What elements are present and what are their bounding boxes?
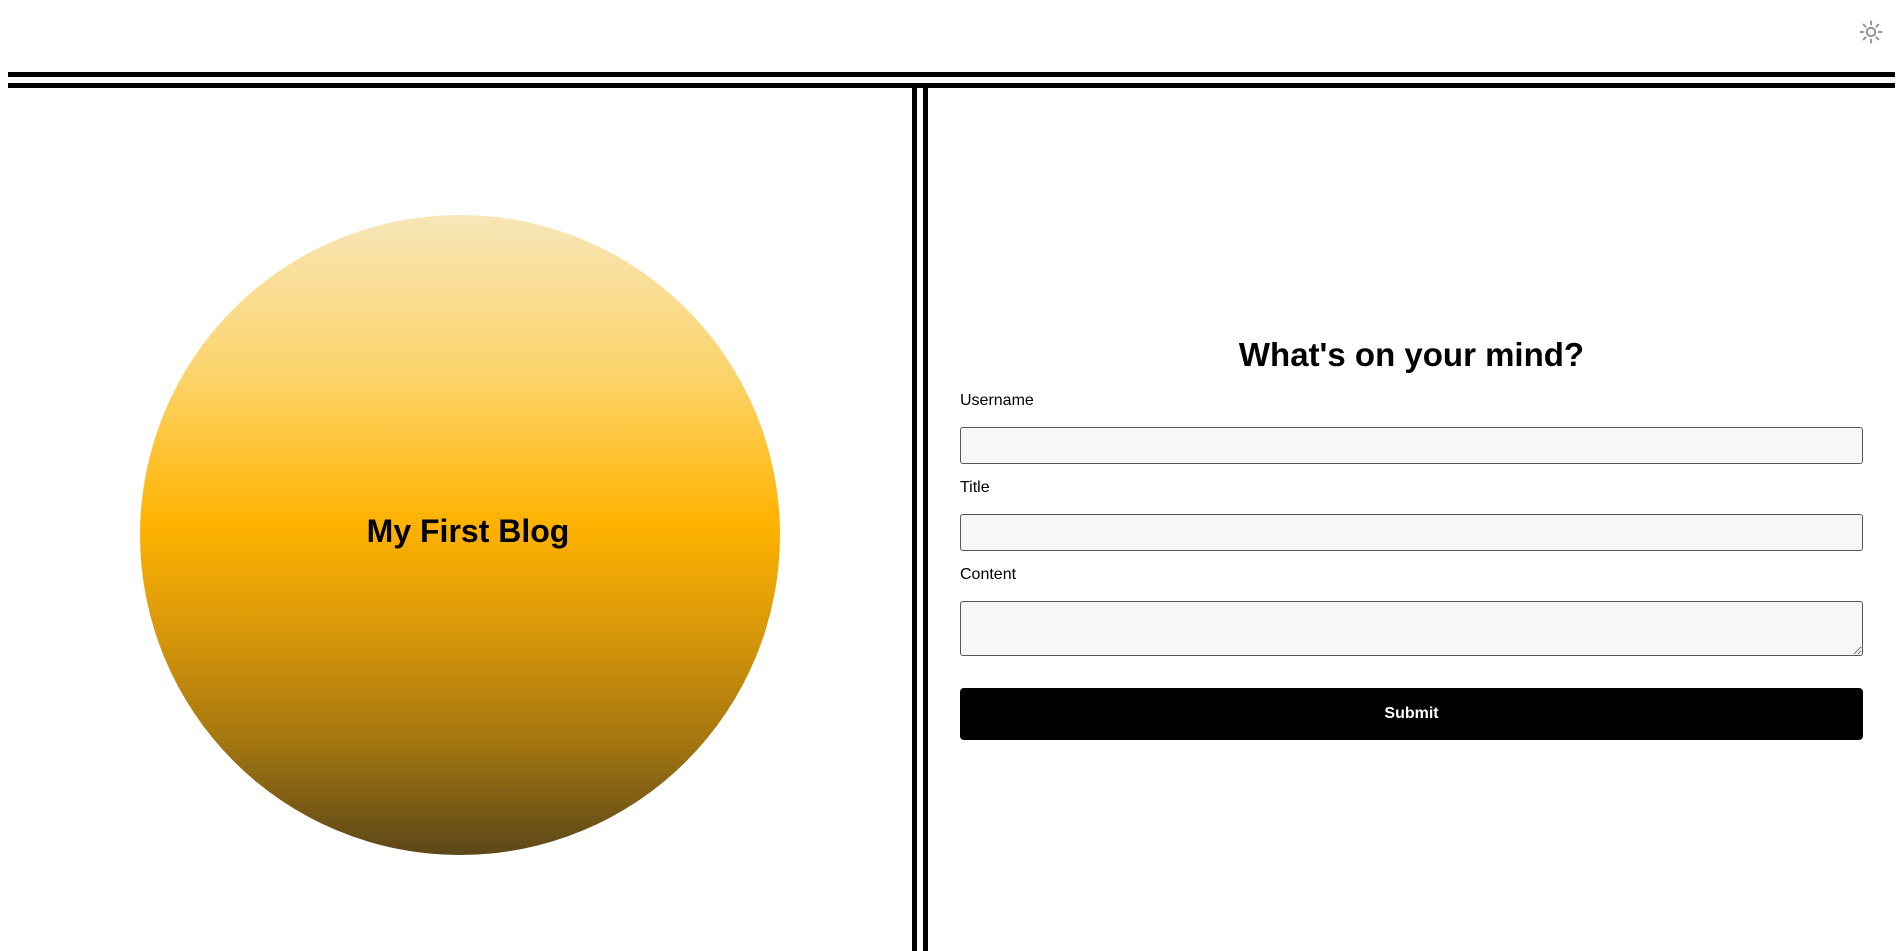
content-textarea[interactable] <box>960 601 1863 656</box>
post-form: What's on your mind? Username Title Cont… <box>960 330 1863 740</box>
username-input[interactable] <box>960 427 1863 464</box>
header-divider-top <box>8 72 1895 77</box>
column-divider-right <box>923 87 928 951</box>
page: My First Blog What's on your mind? Usern… <box>0 0 1903 951</box>
blog-title: My First Blog <box>366 512 570 549</box>
header-divider-bottom <box>8 83 1895 88</box>
title-label: Title <box>960 479 990 496</box>
theme-toggle-button[interactable] <box>1858 19 1884 45</box>
username-label: Username <box>960 392 1034 409</box>
content-label: Content <box>960 566 1017 583</box>
hero-circle: My First Blog <box>140 215 780 855</box>
title-input[interactable] <box>960 514 1863 551</box>
column-divider-left <box>912 87 917 951</box>
form-heading: What's on your mind? <box>1238 336 1585 373</box>
submit-button[interactable]: Submit <box>960 688 1863 740</box>
sun-icon <box>1859 20 1883 44</box>
